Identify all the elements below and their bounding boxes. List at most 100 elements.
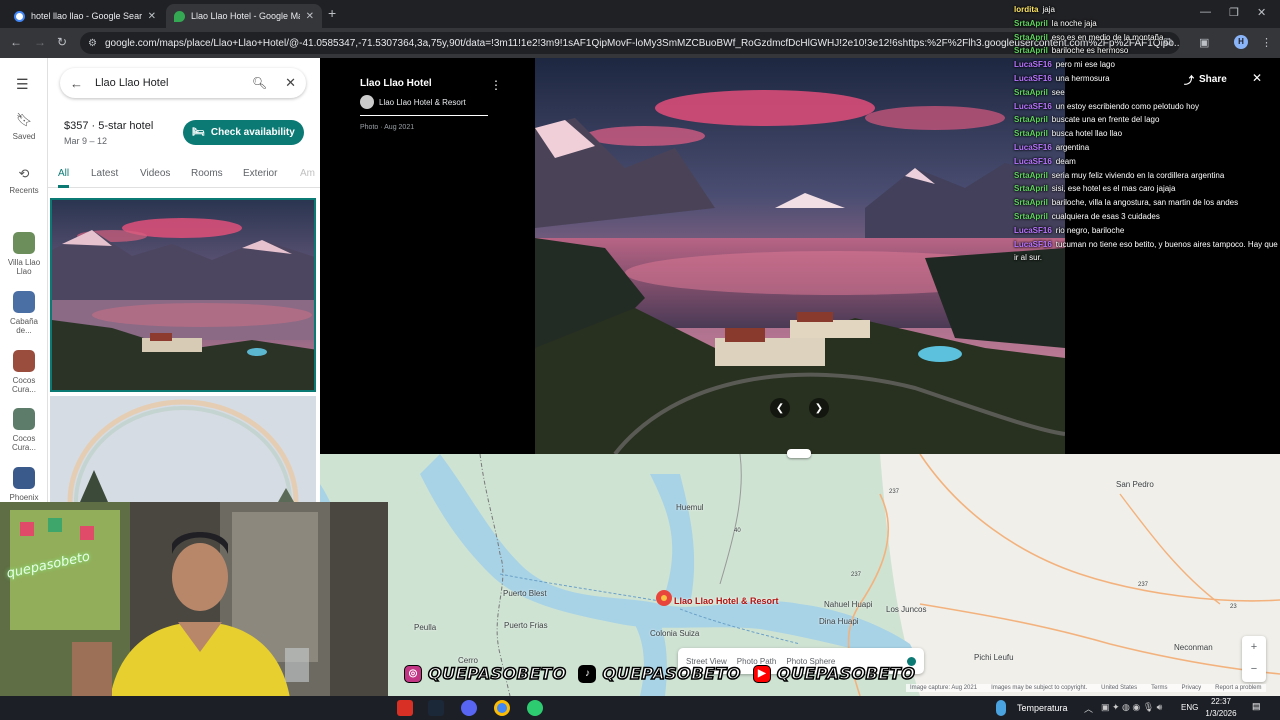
map-label: San Pedro <box>1116 480 1154 489</box>
region-link[interactable]: United States <box>1101 685 1137 691</box>
tab-amenities[interactable]: Am <box>300 162 315 185</box>
close-tab-icon[interactable]: ✕ <box>148 11 156 22</box>
hotel-photo <box>52 200 314 390</box>
chat-message: SrtaApril cualquiera de esas 3 cuidades <box>1014 210 1280 224</box>
route-number: 23 <box>1230 604 1237 610</box>
zoom-controls: + − <box>1242 636 1266 682</box>
rainbow-photo <box>50 396 316 502</box>
recent-place[interactable]: Cocos Cura... <box>4 350 44 394</box>
more-options-icon[interactable]: ⋮ <box>490 78 502 92</box>
tiktok-icon: ♪ <box>578 664 597 683</box>
back-arrow-icon[interactable]: ← <box>70 76 83 91</box>
zoom-out-button[interactable]: − <box>1242 658 1266 680</box>
system-clock[interactable]: 22:37 1/3/2026 <box>1196 696 1246 720</box>
tab-latest[interactable]: Latest <box>91 162 118 185</box>
chat-text: pero mi ese lago <box>1055 60 1115 70</box>
recent-place[interactable]: Cabaña de... <box>4 291 44 335</box>
app-icon[interactable] <box>527 700 543 716</box>
author-name: Llao Llao Hotel & Resort <box>379 97 466 107</box>
report-problem-link[interactable]: Report a problem <box>1215 685 1261 691</box>
notifications-icon[interactable]: ▤ <box>1252 701 1261 712</box>
reload-icon[interactable]: ↻ <box>57 35 67 49</box>
clock-date: 1/3/2026 <box>1205 709 1237 718</box>
tab-exterior[interactable]: Exterior <box>243 162 277 185</box>
chat-text: jaja <box>1042 5 1055 14</box>
recent-place[interactable]: Cocos Cura... <box>4 408 44 452</box>
hotel-aerial-photo <box>535 58 1066 456</box>
author-avatar <box>360 95 374 109</box>
chat-username: SrtaApril <box>1014 198 1048 208</box>
chat-text: buscate una en frente del lago <box>1051 115 1160 125</box>
chat-message: SrtaApril bariloche es hermoso <box>1014 44 1280 58</box>
chat-message: LucaSF16 argentina <box>1014 141 1280 155</box>
chat-username: LucaSF16 <box>1014 239 1052 249</box>
search-input[interactable]: Llao Llao Hotel <box>95 77 240 89</box>
search-icon[interactable]: 🔍︎ <box>252 76 267 90</box>
site-info-icon[interactable]: ⚙ <box>88 38 97 49</box>
zoom-in-button[interactable]: + <box>1242 636 1266 658</box>
photo-info: Llao Llao Hotel Llao Llao Hotel & Resort… <box>360 78 488 131</box>
photo-thumbnail[interactable] <box>50 396 316 502</box>
check-availability-button[interactable]: 🛏︎ Check availability <box>183 120 304 145</box>
tray-chevron-icon[interactable]: ︿ <box>1084 702 1093 715</box>
chat-username: LucaSF16 <box>1014 101 1052 111</box>
chat-text: bariloche, villa la angostura, san marti… <box>1051 198 1239 208</box>
tab-all[interactable]: All <box>58 162 70 188</box>
map-label: Neconman <box>1174 643 1213 652</box>
windows-taskbar: Temperatura ︿ ▣ ✦ ◍ ◉ 🎙︎ 🔊︎ ENG ▤ <box>0 696 1280 720</box>
forward-icon[interactable]: → <box>34 35 46 49</box>
recent-place[interactable]: Villa Llao Llao <box>4 232 44 276</box>
stay-dates[interactable]: Mar 9 – 12 <box>64 136 107 146</box>
chat-text: sisi, ese hotel es el mas caro jajaja <box>1051 184 1176 194</box>
clear-icon[interactable]: ✕ <box>285 75 296 91</box>
tab-google-maps[interactable]: Llao Llao Hotel - Google Maps ✕ <box>166 4 322 28</box>
chat-message: SrtaApril buscate una en frente del lago <box>1014 113 1280 127</box>
map-label: Nahuel Huapi <box>824 600 873 609</box>
google-icon <box>14 10 25 22</box>
chat-text: see <box>1051 87 1065 97</box>
back-icon[interactable]: ← <box>10 35 22 49</box>
weather-icon[interactable] <box>996 700 1006 716</box>
recents-button[interactable]: ⟲ Recents <box>0 166 48 195</box>
tab-rooms[interactable]: Rooms <box>191 162 223 185</box>
clock-time: 22:37 <box>1210 697 1232 706</box>
main-photo[interactable] <box>535 58 1066 456</box>
chat-username: SrtaApril <box>1014 87 1048 97</box>
map-label: Los Juncos <box>886 605 927 614</box>
hotel-map-label[interactable]: Llao Llao Hotel & Resort <box>674 596 779 606</box>
new-tab-button[interactable]: + <box>328 5 336 21</box>
saved-label: Saved <box>12 132 36 141</box>
place-thumbnail <box>13 350 35 372</box>
privacy-link[interactable]: Privacy <box>1181 685 1201 691</box>
tab-google-search[interactable]: hotel llao llao - Google Search ✕ <box>6 4 164 28</box>
discord-icon[interactable] <box>461 700 477 716</box>
steam-icon[interactable] <box>428 700 444 716</box>
tray-icons[interactable]: ▣ ✦ ◍ ◉ 🎙︎ 🔊︎ <box>1101 702 1162 713</box>
photo-thumbnail-selected[interactable] <box>50 198 316 392</box>
weather-label[interactable]: Temperatura <box>1017 703 1068 713</box>
chat-text: una hermosura <box>1055 73 1110 83</box>
resize-handle[interactable] <box>787 449 811 458</box>
chat-text: seria muy feliz viviendo en la cordiller… <box>1051 170 1225 180</box>
menu-icon[interactable]: ☰ <box>16 76 29 93</box>
chat-username: SrtaApril <box>1014 32 1048 42</box>
chrome-icon[interactable] <box>494 700 510 716</box>
previous-photo-button[interactable]: ❮ <box>770 398 790 418</box>
map-view[interactable]: Huemul Puerto Blest Puerto Frias Peulla … <box>320 454 1280 696</box>
chat-text: cualquiera de esas 3 cuidades <box>1051 211 1160 221</box>
chat-username: LucaSF16 <box>1014 156 1052 166</box>
instagram-icon: ◎ <box>404 664 422 683</box>
saved-button[interactable]: 🔖︎ Saved <box>0 112 48 141</box>
close-tab-icon[interactable]: ✕ <box>306 11 314 22</box>
terms-link[interactable]: Terms <box>1151 685 1167 691</box>
chat-username: LucaSF16 <box>1014 73 1052 83</box>
tab-title: hotel llao llao - Google Search <box>31 11 142 21</box>
tab-videos[interactable]: Videos <box>140 162 170 185</box>
mail-icon[interactable] <box>397 700 413 716</box>
next-photo-button[interactable]: ❯ <box>809 398 829 418</box>
recent-place[interactable]: Phoenix <box>4 467 44 502</box>
chat-message: lordita jaja <box>1014 3 1280 17</box>
map-label: Pichi Leufu <box>974 653 1014 662</box>
search-box[interactable]: ← Llao Llao Hotel 🔍︎ ✕ <box>60 68 306 98</box>
photo-author[interactable]: Llao Llao Hotel & Resort <box>360 95 488 116</box>
